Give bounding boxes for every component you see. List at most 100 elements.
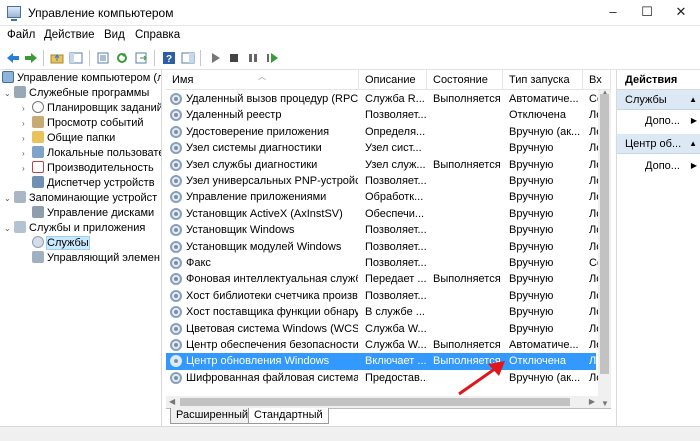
tree-item-services-and-apps[interactable]: ⌄ Службы и приложения: [4, 221, 145, 236]
collapse-icon[interactable]: ⌄: [4, 86, 14, 101]
expand-icon[interactable]: ›: [22, 131, 32, 146]
service-row[interactable]: Удаленный реестр Позволяет... Отключена Ло: [166, 107, 602, 123]
service-row[interactable]: Установщик Windows Позволяет... Вручную Ло: [166, 222, 602, 238]
services-apps-icon: [14, 221, 26, 233]
tree-item-shared-folders[interactable]: › Общие папки: [22, 131, 115, 146]
toolbar-separator: [43, 50, 44, 66]
refresh-icon[interactable]: [113, 49, 131, 66]
up-folder-icon[interactable]: [48, 49, 66, 66]
collapse-icon[interactable]: ▲: [689, 90, 697, 109]
close-button[interactable]: ✕: [664, 0, 698, 24]
toolbar-separator: [200, 50, 201, 66]
restart-service-icon[interactable]: [263, 49, 281, 66]
menu-action[interactable]: Действие: [44, 29, 95, 41]
service-row[interactable]: Фоновая интеллектуальная служб... Передае…: [166, 271, 602, 287]
export-list-icon[interactable]: [132, 49, 150, 66]
tree-item-device-manager[interactable]: Диспетчер устройств: [22, 176, 155, 191]
scroll-thumb[interactable]: [600, 94, 609, 374]
computer-management-icon: [7, 6, 21, 21]
svg-text:?: ?: [166, 54, 172, 65]
expand-icon[interactable]: ›: [22, 116, 32, 131]
horizontal-scrollbar[interactable]: ◀ ▶: [166, 396, 598, 408]
pause-service-icon[interactable]: [244, 49, 262, 66]
service-gear-icon: [170, 109, 182, 122]
service-row[interactable]: Центр обновления Windows Включает ... Выпо…: [166, 353, 602, 370]
actions-more-services[interactable]: Допо... ▶: [617, 111, 700, 131]
stop-service-icon[interactable]: [225, 49, 243, 66]
vertical-scrollbar[interactable]: ▲ ▼: [598, 88, 611, 408]
service-row[interactable]: Цветовая система Windows (WCS) Служба W..…: [166, 321, 602, 337]
tree-item-local-users[interactable]: › Локальные пользовате: [22, 146, 161, 161]
service-row[interactable]: Управление приложениями Обработк... Вручну…: [166, 189, 602, 205]
service-row[interactable]: Установщик модулей Windows Позволяет... Вр…: [166, 239, 602, 255]
tree-item-services[interactable]: Службы: [22, 236, 90, 251]
tree-item-task-scheduler[interactable]: › Планировщик заданий: [22, 101, 161, 116]
tools-icon: [14, 86, 26, 98]
start-service-icon[interactable]: [206, 49, 224, 66]
actions-section-windows-update[interactable]: Центр об... ▲: [617, 134, 700, 154]
tree-item-wmi-control[interactable]: Управляющий элемен: [22, 251, 160, 266]
actions-more-windows-update[interactable]: Допо... ▶: [617, 156, 700, 176]
service-gear-icon: [170, 191, 182, 204]
tab-extended[interactable]: Расширенный: [170, 408, 254, 424]
tree-item-performance[interactable]: › Производительность: [22, 161, 154, 176]
scroll-down-icon[interactable]: ▼: [601, 399, 609, 408]
scroll-right-icon[interactable]: ▶: [589, 397, 595, 406]
tree-item-system-tools[interactable]: ⌄ Служебные программы: [4, 86, 149, 101]
column-header-name[interactable]: ︿ Имя: [166, 70, 359, 90]
tree-item-storage[interactable]: ⌄ Запоминающие устройст: [4, 191, 157, 206]
tree-item-computer-management[interactable]: Управление компьютером (л: [2, 71, 161, 86]
service-description: Позволяет...: [365, 175, 427, 187]
back-icon[interactable]: [4, 49, 22, 66]
console-tree-icon[interactable]: [67, 49, 85, 66]
menu-file[interactable]: Файл: [7, 29, 35, 41]
collapse-icon[interactable]: ⌄: [4, 191, 14, 206]
collapse-icon[interactable]: ▲: [689, 134, 697, 153]
column-header-logon[interactable]: Вх: [583, 70, 611, 90]
service-row[interactable]: Узел системы диагностики Узел сист... Вруч…: [166, 140, 602, 156]
service-gear-icon: [170, 158, 182, 171]
service-status: [433, 304, 505, 320]
properties-icon[interactable]: [94, 49, 112, 66]
red-annotation-arrow: [458, 361, 505, 396]
service-row[interactable]: Удостоверение приложения Определя... Вручн…: [166, 124, 602, 140]
menu-help[interactable]: Справка: [135, 29, 180, 41]
service-row[interactable]: Факс Позволяет... Вручную Се: [166, 255, 603, 271]
service-startup-type: Вручную: [509, 257, 554, 269]
service-row[interactable]: Хост поставщика функции обнару... В служб…: [166, 304, 602, 320]
tree-item-event-viewer[interactable]: › Просмотр событий: [22, 116, 144, 131]
scroll-left-icon[interactable]: ◀: [169, 397, 175, 406]
column-header-description[interactable]: Описание: [359, 70, 427, 90]
service-row[interactable]: Хост библиотеки счетчика произв... Позвол…: [166, 288, 602, 304]
expand-icon[interactable]: ›: [22, 161, 32, 176]
service-row[interactable]: Узел службы диагностики Узел служ... Выпол…: [166, 157, 602, 173]
tab-standard[interactable]: Стандартный: [248, 408, 329, 424]
help-icon[interactable]: ?: [160, 49, 178, 66]
menu-view[interactable]: Вид: [104, 29, 125, 41]
forward-icon[interactable]: [22, 49, 40, 66]
column-header-startup-type[interactable]: Тип запуска: [503, 70, 583, 90]
service-description: Служба W...: [365, 339, 427, 351]
service-gear-icon: [170, 125, 182, 138]
actions-section-services[interactable]: Службы ▲: [617, 90, 700, 110]
minimize-button[interactable]: –: [596, 0, 630, 24]
show-hide-action-pane-icon[interactable]: [179, 49, 197, 66]
collapse-icon[interactable]: ⌄: [4, 221, 14, 236]
service-row[interactable]: Узел универсальных PNP-устройств Позволяе…: [166, 173, 602, 189]
column-header-status[interactable]: Состояние: [427, 70, 503, 90]
service-row[interactable]: Удаленный вызов процедур (RPC) Служба R..…: [166, 91, 603, 107]
service-row[interactable]: Установщик ActiveX (AxInstSV) Обеспечи...…: [166, 206, 602, 222]
shared-folder-icon: [32, 131, 44, 143]
menu-bar: Файл Действие Вид Справка: [0, 26, 700, 46]
expand-icon[interactable]: ›: [22, 146, 32, 161]
service-startup-type: Отключена: [509, 355, 566, 368]
expand-icon[interactable]: ›: [22, 101, 32, 116]
title-bar: Управление компьютером – ☐ ✕: [0, 0, 700, 26]
submenu-arrow-icon: ▶: [690, 116, 697, 125]
tree-item-disk-management[interactable]: Управление дисками: [22, 206, 154, 221]
device-manager-icon: [32, 176, 44, 188]
service-row[interactable]: Центр обеспечения безопасности Служба W..…: [166, 337, 602, 353]
service-row[interactable]: Шифрованная файловая система (... Предост…: [166, 370, 602, 386]
service-status: [433, 206, 505, 222]
maximize-button[interactable]: ☐: [630, 0, 664, 24]
